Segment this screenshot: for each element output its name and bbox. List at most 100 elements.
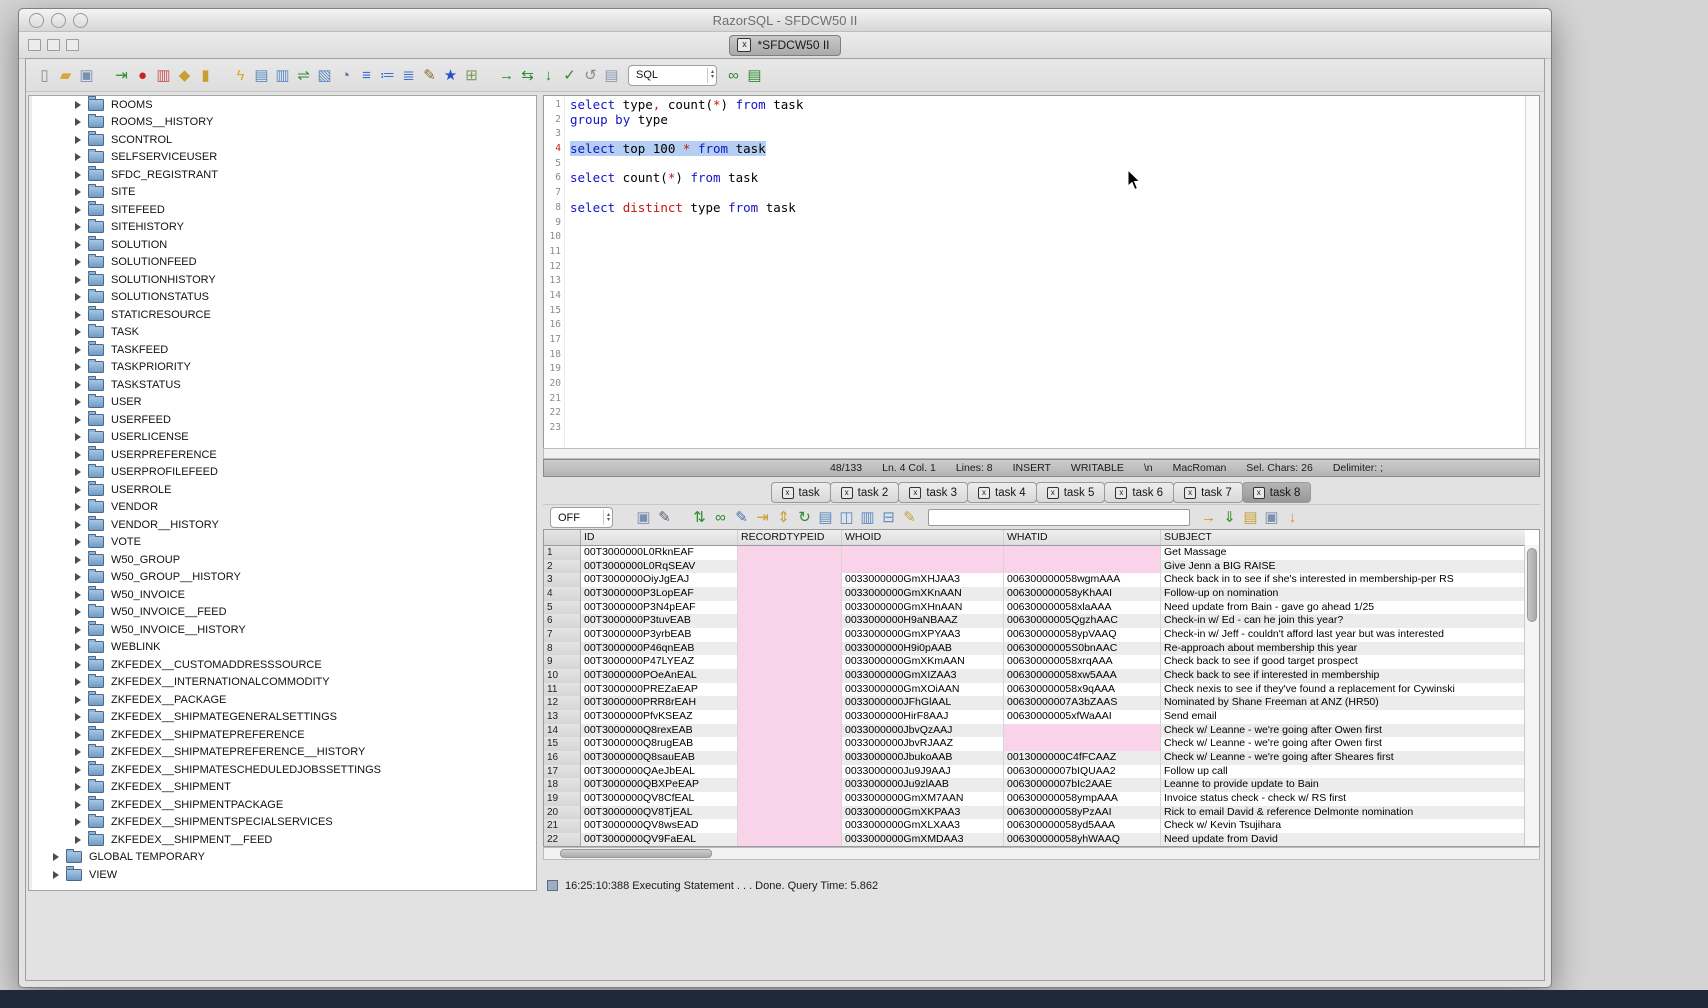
document-tab[interactable]: x *SFDCW50 II [729, 35, 840, 56]
execute-statement-icon[interactable]: → [496, 65, 517, 86]
disclosure-triangle-icon[interactable] [75, 801, 81, 809]
tree-item-zkfedex-internationalcommodity[interactable]: ZKFEDEX__INTERNATIONALCOMMODITY [29, 674, 536, 692]
disclosure-triangle-icon[interactable] [75, 696, 81, 704]
tree-item-staticresource[interactable]: STATICRESOURCE [29, 306, 536, 324]
table-cell[interactable] [738, 778, 842, 792]
notepad-edit-icon[interactable]: ▤ [1240, 507, 1261, 528]
table-cell[interactable]: Follow-up on nomination [1161, 587, 1540, 601]
tree-item-sfdc-registrant[interactable]: SFDC_REGISTRANT [29, 166, 536, 184]
disclosure-triangle-icon[interactable] [75, 346, 81, 354]
table-cell[interactable]: 00630000005xfWaAAI [1004, 710, 1161, 724]
table-cell[interactable] [738, 669, 842, 683]
column-header-subject[interactable]: SUBJECT [1161, 530, 1540, 545]
tree-item-site[interactable]: SITE [29, 184, 536, 202]
table-cell[interactable] [738, 737, 842, 751]
execute-lightning-icon[interactable]: ϟ [230, 65, 251, 86]
disclosure-triangle-icon[interactable] [75, 503, 81, 511]
copy-results-icon[interactable]: ▥ [857, 507, 878, 528]
table-cell[interactable]: 00T3000000P47LYEAZ [581, 655, 738, 669]
pin-icon[interactable]: ◆ [174, 65, 195, 86]
table-cell[interactable]: 0033000000JFhGlAAL [842, 696, 1004, 710]
align-lines-icon[interactable]: ≣ [398, 65, 419, 86]
result-tab-task-5[interactable]: xtask 5 [1036, 482, 1106, 503]
tree-item-w50-invoice-feed[interactable]: W50_INVOICE__FEED [29, 604, 536, 622]
checklist-icon[interactable]: ▤ [251, 65, 272, 86]
table-row[interactable]: 1700T3000000QAeJbEAL0033000000Ju9J9AAJ00… [544, 765, 1525, 779]
table-row[interactable]: 1300T3000000PfvKSEAZ0033000000HirF8AAJ00… [544, 710, 1525, 724]
table-row[interactable]: 500T3000000P3N4pEAF0033000000GmXHnAAN006… [544, 601, 1525, 615]
table-cell[interactable]: Check w/ Leanne - we're going after Owen… [1161, 724, 1540, 738]
table-cell[interactable]: Re-approach about membership this year [1161, 642, 1540, 656]
table-row[interactable]: 2100T3000000QV8wsEAD0033000000GmXLXAA300… [544, 819, 1525, 833]
column-header-whoid[interactable]: WHOID [842, 530, 1004, 545]
table-row[interactable]: 1100T3000000PREZaEAP0033000000GmXOiAAN00… [544, 683, 1525, 697]
table-cell[interactable]: 0033000000GmXKnAAN [842, 587, 1004, 601]
tree-item-vendor-history[interactable]: VENDOR__HISTORY [29, 516, 536, 534]
disclosure-triangle-icon[interactable] [75, 626, 81, 634]
table-cell[interactable] [738, 587, 842, 601]
table-cell[interactable]: 00T3000000QV8CfEAL [581, 792, 738, 806]
table-row[interactable]: 1600T3000000Q8sauEAB0033000000JbukoAAB00… [544, 751, 1525, 765]
table-cell[interactable] [1004, 724, 1161, 738]
disclosure-triangle-icon[interactable] [75, 398, 81, 406]
table-cell[interactable] [738, 655, 842, 669]
table-cell[interactable] [738, 642, 842, 656]
tree-item-w50-group[interactable]: W50_GROUP [29, 551, 536, 569]
table-cell[interactable]: 0033000000GmXKPAA3 [842, 806, 1004, 820]
disclosure-triangle-icon[interactable] [75, 713, 81, 721]
table-cell[interactable] [842, 560, 1004, 574]
disclosure-triangle-icon[interactable] [75, 678, 81, 686]
table-cell[interactable]: Get Massage [1161, 546, 1540, 560]
disclosure-triangle-icon[interactable] [75, 766, 81, 774]
table-cell[interactable]: Check w/ Leanne - we're going after Shea… [1161, 751, 1540, 765]
disclosure-triangle-icon[interactable] [53, 871, 59, 879]
tree-item-task[interactable]: TASK [29, 324, 536, 342]
table-row[interactable]: 400T3000000P3LopEAF0033000000GmXKnAAN006… [544, 587, 1525, 601]
disclosure-triangle-icon[interactable] [75, 783, 81, 791]
close-tab-icon[interactable]: x [841, 487, 853, 499]
disclosure-triangle-icon[interactable] [75, 188, 81, 196]
disclosure-triangle-icon[interactable] [75, 381, 81, 389]
table-row[interactable]: 1200T3000000PRR8rEAH0033000000JFhGlAAL00… [544, 696, 1525, 710]
tree-item-user[interactable]: USER [29, 394, 536, 412]
table-cell[interactable]: Check back to see if good target prospec… [1161, 655, 1540, 669]
table-cell[interactable]: Check-in w/ Ed - can he join this year? [1161, 614, 1540, 628]
table-cell[interactable] [738, 560, 842, 574]
table-cell[interactable]: 0033000000HirF8AAJ [842, 710, 1004, 724]
table-cell[interactable]: 00T3000000PREZaEAP [581, 683, 738, 697]
table-cell[interactable]: 0033000000Ju9J9AAJ [842, 765, 1004, 779]
disclosure-triangle-icon[interactable] [75, 538, 81, 546]
table-cell[interactable]: 00T3000000QV9FaEAL [581, 833, 738, 847]
tree-item-zkfedex-shipment-feed[interactable]: ZKFEDEX__SHIPMENT__FEED [29, 831, 536, 849]
table-row[interactable]: 800T3000000P46qnEAB0033000000H9i0pAAB006… [544, 642, 1525, 656]
grid-vscroll-thumb[interactable] [1527, 548, 1537, 622]
sql-code-area[interactable]: select type, count(*) from taskgroup by … [565, 96, 1525, 448]
refresh-results-icon[interactable]: ⇅ [689, 507, 710, 528]
disclosure-triangle-icon[interactable] [75, 556, 81, 564]
table-cell[interactable] [738, 819, 842, 833]
database-icon[interactable]: ▮ [195, 65, 216, 86]
table-cell[interactable]: Check back in to see if she's interested… [1161, 573, 1540, 587]
row-limit-dropdown[interactable]: OFF▴▾ [550, 507, 613, 528]
table-cell[interactable] [1004, 737, 1161, 751]
table-cell[interactable]: 0033000000GmXLXAA3 [842, 819, 1004, 833]
tree-item-rooms[interactable]: ROOMS [29, 96, 536, 114]
close-tab-icon[interactable]: x [782, 487, 794, 499]
table-cell[interactable]: 0033000000GmXMDAA3 [842, 833, 1004, 847]
grid-hscroll-thumb[interactable] [560, 849, 712, 858]
close-tab-icon[interactable]: x [1115, 487, 1127, 499]
tree-item-zkfedex-customaddresssource[interactable]: ZKFEDEX__CUSTOMADDRESSSOURCE [29, 656, 536, 674]
table-cell[interactable]: 00T3000000P3LopEAF [581, 587, 738, 601]
tree-item-zkfedex-shipmentspecialservices[interactable]: ZKFEDEX__SHIPMENTSPECIALSERVICES [29, 814, 536, 832]
combo-stepper-icon[interactable]: ▴▾ [603, 510, 610, 525]
compass-icon[interactable]: ◔ [335, 65, 356, 86]
table-cell[interactable] [738, 710, 842, 724]
table-cell[interactable]: Check w/ Leanne - we're going after Owen… [1161, 737, 1540, 751]
database-browser-tree[interactable]: ROOMSROOMS__HISTORYSCONTROLSELFSERVICEUS… [28, 95, 537, 891]
table-cell[interactable]: 00T3000000P3yrbEAB [581, 628, 738, 642]
table-cell[interactable]: Leanne to provide update to Bain [1161, 778, 1540, 792]
disclosure-triangle-icon[interactable] [75, 416, 81, 424]
table-row[interactable]: 600T3000000P3tuvEAB0033000000H9aNBAAZ006… [544, 614, 1525, 628]
disclosure-triangle-icon[interactable] [75, 258, 81, 266]
disclosure-triangle-icon[interactable] [75, 293, 81, 301]
